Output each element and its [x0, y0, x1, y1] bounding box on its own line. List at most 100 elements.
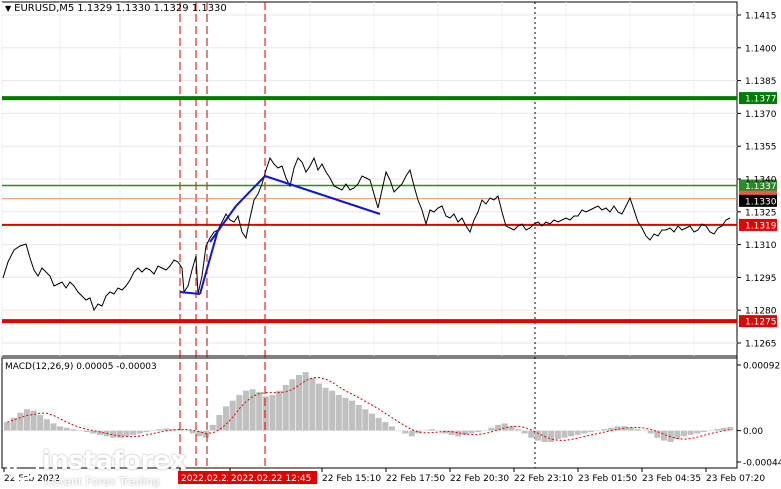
macd-bar [382, 422, 389, 431]
macd-bar [43, 419, 50, 431]
macd-bar [209, 424, 216, 431]
macd-bar [349, 400, 356, 431]
macd-bar [661, 430, 668, 441]
time-label: 22 Feb 20:30 [450, 474, 509, 484]
macd-bar [534, 430, 541, 441]
macd-bar [495, 424, 502, 431]
macd-bar [335, 394, 342, 431]
time-label: 23 Feb 01:50 [578, 474, 637, 484]
price-tick-label: 1.1415 [745, 12, 777, 22]
ohlc-values: 1.1329 1.1330 1.1329 1.1330 [77, 3, 227, 14]
macd-bar [674, 430, 681, 440]
macd-bar [143, 430, 150, 433]
macd-bar [388, 426, 395, 431]
macd-bar [422, 430, 429, 432]
price-tick-label: 1.1295 [745, 274, 777, 284]
macd-label: MACD(12,26,9) 0.00005 -0.00003 [5, 362, 157, 372]
macd-bar [408, 430, 415, 437]
macd-bar [96, 430, 103, 435]
macd-bar [395, 430, 402, 432]
instaforex-logo-icon [6, 447, 40, 481]
macd-bar [594, 430, 601, 432]
macd-bar [236, 394, 243, 431]
chart-canvas[interactable]: 1.13771.13371.13191.12751.1330 1.14151.1… [0, 0, 781, 489]
macd-bar [568, 430, 575, 437]
macd-bar [475, 430, 482, 433]
macd-bar [302, 372, 309, 431]
logo-brand: instaforex [42, 446, 187, 476]
price-tick-label: 1.1310 [745, 241, 777, 251]
macd-bar [362, 409, 369, 431]
time-label: 22 Feb 17:50 [386, 474, 445, 484]
level-1377-label: 1.1377 [745, 95, 777, 105]
macd-bar [714, 429, 721, 431]
macd-bar [315, 383, 322, 431]
macd-bar [37, 414, 44, 431]
instaforex-logo: instaforex Instant Forex Trading [6, 446, 187, 488]
macd-bar [123, 430, 130, 437]
macd-tick-label: -0.00044 [743, 459, 781, 469]
macd-bar [554, 430, 561, 440]
macd-bar [435, 430, 442, 432]
macd-bar [289, 379, 296, 431]
macd-bar [203, 430, 210, 438]
price-axis: 1.1415 1.1400 1.1385 1.1370 1.1355 1.1340 1.13… [737, 12, 781, 469]
macd-bar [136, 430, 143, 434]
macd-tick-label: 0.00 [743, 427, 763, 437]
macd-bar [515, 429, 522, 431]
macd-bar [561, 430, 568, 438]
macd-bar [163, 428, 170, 431]
macd-bar [156, 429, 163, 431]
macd-bar [680, 430, 687, 437]
macd-bar [694, 430, 701, 434]
macd-bar [83, 430, 90, 433]
price-tick-label: 1.1340 [745, 176, 777, 186]
level-1275-label: 1.1275 [745, 318, 777, 328]
macd-bar [269, 394, 276, 431]
macd-bar [601, 429, 608, 431]
macd-bar [581, 430, 588, 434]
macd-bar [369, 413, 376, 431]
time-label: 2022.02.22 12:45 [231, 474, 311, 484]
price-tick-label: 1.1325 [745, 208, 777, 218]
macd-bar [654, 430, 661, 438]
macd-bar [223, 406, 230, 431]
macd-bar [262, 396, 269, 431]
price-tick-label: 1.1400 [745, 44, 777, 54]
time-label: 22 Feb 23:10 [514, 474, 573, 484]
macd-bar [428, 429, 435, 431]
macd-bar [17, 412, 24, 431]
price-tick-label: 1.1280 [745, 307, 777, 317]
macd-bar [23, 409, 30, 431]
macd-bar [276, 390, 283, 431]
logo-tagline: Instant Forex Trading [44, 475, 160, 488]
macd-bar [588, 430, 595, 433]
caret-down-icon[interactable]: ▼ [5, 4, 11, 13]
macd-bar [481, 430, 488, 432]
macd-bar [528, 430, 535, 438]
macd-bar [641, 430, 648, 432]
macd-bar [150, 430, 157, 432]
price-tick-label: 1.1355 [745, 143, 777, 153]
macd-bar [468, 430, 475, 434]
macd-bar [574, 430, 581, 435]
chart-symbol-header: ▼ EURUSD,M5 1.1329 1.1330 1.1329 1.1330 [5, 3, 227, 14]
price-tick-label: 1.1385 [745, 77, 777, 87]
time-label: 22 Feb 15:10 [322, 474, 381, 484]
macd-bar [700, 430, 707, 433]
macd-bar [176, 429, 183, 431]
macd-bar [402, 430, 409, 434]
macd-bar [647, 430, 654, 434]
macd-bar [63, 427, 70, 431]
macd-bar [322, 387, 329, 431]
macd-bar [50, 423, 57, 431]
chart-window[interactable]: 1.1377 1.1337 1.1319 1.1275 1.1330 1.1415 1.1… [0, 0, 781, 489]
macd-bar [375, 417, 382, 431]
macd-bar [521, 430, 528, 434]
time-label: 23 Feb 04:35 [642, 474, 701, 484]
macd-bar [627, 427, 634, 431]
macd-bar [256, 392, 263, 431]
macd-bar [342, 397, 349, 431]
price-tick-label: 1.1265 [745, 340, 777, 350]
macd-bar [707, 430, 714, 432]
